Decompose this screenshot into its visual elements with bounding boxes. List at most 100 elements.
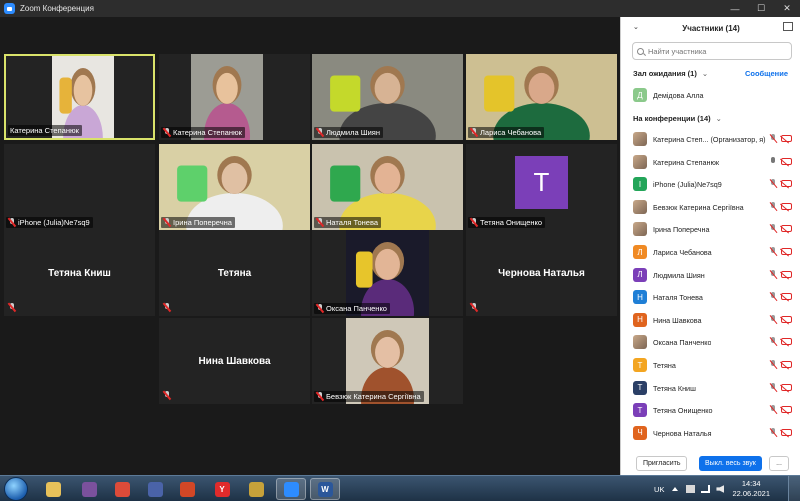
muted-mic-icon [470,303,478,312]
video-off-icon[interactable] [781,383,792,391]
muted-mic-icon[interactable] [769,134,777,144]
muted-mic-icon[interactable] [769,382,777,393]
participant-name: Катерина Степанюк [653,157,720,167]
taskbar-app-button[interactable]: W [310,478,340,500]
muted-mic-icon[interactable] [769,269,777,280]
network-icon[interactable] [701,485,711,493]
video-tile[interactable]: Т Тетяна Онищенко [466,144,617,230]
participant-row[interactable]: Т Тетяна Книш [621,377,800,399]
taskbar-app-button[interactable] [241,478,271,500]
action-center-icon[interactable] [686,485,696,493]
video-tile[interactable]: Ірина Поперечна [159,144,310,230]
video-tile[interactable]: Оксана Панченко [312,230,463,316]
muted-mic-icon[interactable] [769,201,777,212]
muted-mic-icon[interactable] [769,224,777,234]
show-desktop-button[interactable] [788,476,800,501]
participant-search[interactable] [632,42,792,60]
video-off-icon[interactable] [781,428,792,436]
participant-row[interactable]: IiPhone (Julia)Ne7sq9 [621,173,800,195]
participant-row[interactable]: Н Наталя Тонева [621,286,800,308]
participant-avatar: Н [633,290,647,305]
taskbar-app-button[interactable] [140,478,170,500]
participant-row[interactable]: Ч Чернова Наталья [621,422,800,444]
more-button[interactable]: ... [769,456,789,471]
video-off-icon[interactable] [781,406,792,414]
video-off-icon[interactable] [781,135,792,142]
video-tile[interactable]: Наталя Тонева [312,144,463,230]
waiting-room-header[interactable]: Зал ожидания (1) ⌄ [633,69,708,78]
popout-icon[interactable] [783,22,793,31]
participant-row[interactable]: Л Лариса Чебанова [621,241,800,263]
muted-mic-icon[interactable] [769,314,777,325]
video-off-icon[interactable] [781,225,792,233]
participant-avatar [633,335,647,350]
participant-name: Оксана Панченко [653,338,712,348]
video-tile[interactable]: iPhone (Julia)Ne7sq9 [4,144,155,230]
participant-row[interactable]: Н Нина Шавкова [621,309,800,331]
taskbar-app-button[interactable] [276,478,306,500]
video-tile[interactable]: Чернова Наталья [466,230,617,316]
chrome-icon [114,481,130,497]
video-off-icon[interactable] [781,315,792,323]
taskbar-app-button[interactable] [74,478,104,500]
video-off-icon[interactable] [781,157,792,165]
video-off-icon[interactable] [781,202,792,210]
muted-mic-icon[interactable] [769,405,777,415]
invite-button[interactable]: Пригласить [636,456,688,471]
mute-all-button[interactable]: Выкл. весь звук [699,456,762,471]
video-tile[interactable]: Катерина Степанюк [4,54,155,140]
start-button[interactable] [4,477,28,501]
taskbar-app-button[interactable] [107,478,137,500]
close-icon[interactable]: ✕ [774,0,800,17]
video-tile[interactable]: Лариса Чебанова [466,54,617,140]
participant-row[interactable]: Л Людмила Шиян [621,264,800,286]
video-off-icon[interactable] [781,180,792,188]
muted-mic-icon[interactable] [769,292,777,302]
video-tile[interactable]: Людмила Шиян [312,54,463,140]
in-meeting-header[interactable]: На конференции (14) ⌄ [633,114,722,123]
powerpoint-icon [179,481,195,497]
participant-row[interactable]: Катерина Степ... (Организатор, я) [621,128,800,150]
video-tile[interactable]: Тетяна [159,230,310,316]
chevron-down-icon[interactable]: ⌄ [633,23,639,31]
video-off-icon[interactable] [781,361,792,368]
participant-avatar: Н [633,312,647,327]
language-indicator[interactable]: UK [654,485,664,494]
taskbar-app-button[interactable] [38,478,68,500]
participant-row[interactable]: Оксана Панченко [621,331,800,353]
taskbar-app-button[interactable] [172,478,202,500]
video-tile[interactable]: Бевзюк Катерина Сергіївна [312,318,463,404]
video-tile[interactable]: Катерина Степанюк [159,54,310,140]
participant-row[interactable]: Т Тетяна Онищенко [621,399,800,421]
muted-mic-icon[interactable] [769,247,777,257]
participant-name: Людмила Шиян [653,270,705,280]
participant-row[interactable]: Бевзюк Катерина Сергіївна [621,196,800,218]
maximize-icon[interactable]: ☐ [748,0,774,17]
muted-mic-icon[interactable] [769,337,777,347]
muted-mic-icon[interactable] [769,179,777,189]
video-off-icon[interactable] [781,338,792,346]
video-off-icon[interactable] [781,293,792,301]
message-link[interactable]: Сообщение [745,69,788,78]
participant-name-large: Тетяна [217,268,252,279]
participant-row[interactable]: Т Тетяна [621,354,800,376]
participant-row[interactable]: Д Демідова Алла [621,84,800,106]
participant-row[interactable]: Катерина Степанюк [621,151,800,173]
participant-name-bar: Тетяна Онищенко [468,217,546,228]
participant-name: Оксана Панченко [326,304,387,313]
muted-mic-icon[interactable] [769,360,777,370]
mic-icon[interactable] [769,156,777,167]
taskbar-app-button[interactable]: Y [207,478,237,500]
muted-mic-icon[interactable] [769,427,777,438]
video-off-icon[interactable] [781,248,792,255]
video-off-icon[interactable] [781,270,792,278]
tray-expand-icon[interactable] [672,487,679,491]
video-tile[interactable]: Тетяна Книш [4,230,155,316]
search-input[interactable] [648,46,788,56]
minimize-icon[interactable]: — [722,0,748,17]
muted-mic-icon [163,218,171,227]
participant-row[interactable]: Ірина Поперечна [621,218,800,240]
clock[interactable]: 14:34 22.06.2021 [732,479,770,499]
speaker-icon[interactable] [716,485,725,493]
video-tile[interactable]: Нина Шавкова [159,318,310,404]
